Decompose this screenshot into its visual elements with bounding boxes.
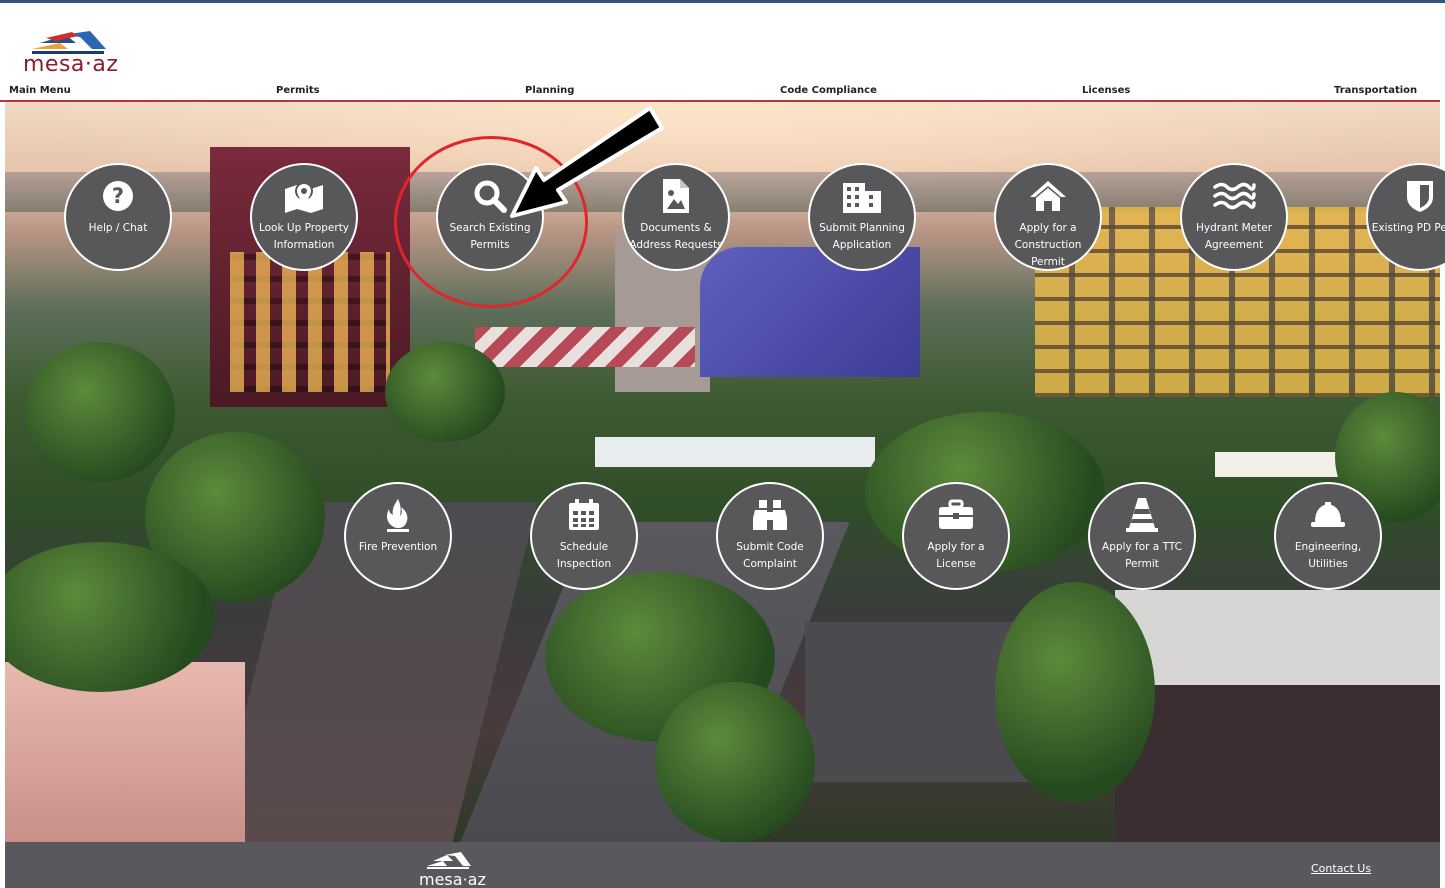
briefcase-icon [904,498,1008,532]
water-waves-icon [1182,179,1286,213]
tile-submit-planning-application[interactable]: Submit Planning Application [808,163,916,271]
tile-label: Submit Planning Application [819,222,905,251]
question-icon: ? [66,179,170,213]
footer: mesa·az Contact Us [5,842,1440,888]
tile-submit-code-complaint[interactable]: Submit Code Complaint [716,482,824,590]
tile-hydrant-meter-agreement[interactable]: Hydrant Meter Agreement [1180,163,1288,271]
shield-icon [1368,179,1445,213]
tile-fire-prevention[interactable]: Fire Prevention [344,482,452,590]
tile-label: Fire Prevention [358,541,438,553]
nav-licenses[interactable]: Licenses [1082,85,1130,96]
mesa-logo-mark-icon [427,852,471,869]
mesa-logo[interactable]: mesa·az [20,29,130,81]
page: mesa·az Main Menu Permits Planning Code … [0,0,1445,888]
tile-schedule-inspection[interactable]: Schedule Inspection [530,482,638,590]
traffic-cone-icon [1090,498,1194,532]
tile-label: Apply for a Construction Permit [1014,222,1082,268]
tile-label: Look Up Property Information [258,222,350,251]
tile-label: Apply for a TTC Permit [1102,541,1182,570]
logo-text: mesa·az [23,52,119,77]
tile-label: Apply for a License [927,541,985,570]
main-nav: Main Menu Permits Planning Code Complian… [0,85,1445,99]
tile-apply-construction-permit[interactable]: Apply for a Construction Permit [994,163,1102,271]
tile-label: Schedule Inspection [556,541,612,570]
binoculars-icon [718,498,822,532]
footer-logo[interactable]: mesa·az [413,848,503,888]
home-icon [996,179,1100,213]
nav-code-compliance[interactable]: Code Compliance [780,85,877,96]
tile-look-up-property[interactable]: Look Up Property Information [250,163,358,271]
hard-hat-icon [1276,498,1380,532]
nav-permits[interactable]: Permits [276,85,320,96]
calendar-icon [532,498,636,532]
nav-planning[interactable]: Planning [525,85,574,96]
fire-icon [346,498,450,532]
tile-label: Hydrant Meter Agreement [1195,222,1273,251]
tile-label: Documents & Address Requests [629,222,723,251]
tile-apply-for-license[interactable]: Apply for a License [902,482,1010,590]
tile-apply-ttc-permit[interactable]: Apply for a TTC Permit [1088,482,1196,590]
tile-engineering-utilities[interactable]: Engineering, Utilities [1274,482,1382,590]
tile-label: Submit Code Complaint [736,541,804,570]
buildings-icon [810,179,914,213]
contact-us-link[interactable]: Contact Us [1311,862,1371,875]
tile-label: Help / Chat [88,222,148,234]
footer-logo-text: mesa·az [419,870,486,888]
tile-label: Existing PD Permit [1371,222,1445,234]
tile-label: Engineering, Utilities [1294,541,1362,570]
map-pin-icon [252,179,356,213]
nav-main-menu[interactable]: Main Menu [9,85,71,96]
svg-text:?: ? [112,184,124,208]
tile-help-chat[interactable]: ? Help / Chat [64,163,172,271]
pointer-arrow-icon [510,106,664,218]
nav-transportation[interactable]: Transportation [1334,85,1417,96]
